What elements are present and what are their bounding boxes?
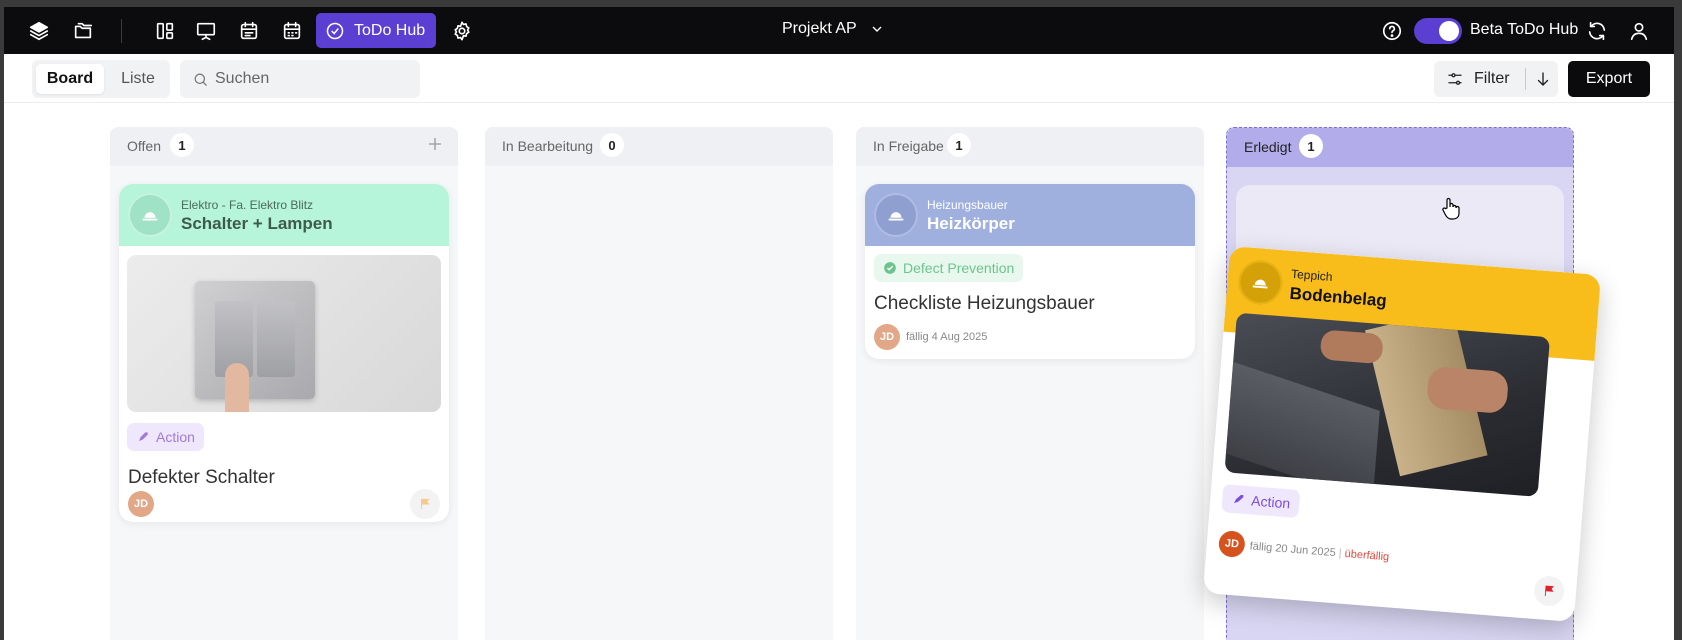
calendar-list-icon[interactable] [236,18,262,44]
board-toolbar: Board Liste Filter Export [4,54,1674,103]
list-view-button[interactable]: Liste [110,64,166,94]
export-button[interactable]: Export [1568,61,1650,97]
column-in-bearbeitung: In Bearbeitung 0 [485,127,833,640]
column-title: Offen [127,138,161,154]
refresh-icon[interactable] [1584,18,1610,44]
check-circle-icon [884,262,896,274]
calendar-grid-icon[interactable] [279,18,305,44]
card-image-carpet [1224,312,1551,497]
column-header: In Freigabe 1 [856,127,1204,166]
todo-hub-tab[interactable]: ToDo Hub [316,13,436,48]
sort-button[interactable] [1528,61,1558,97]
card-title: Defekter Schalter [128,467,275,488]
card-trade: Teppich [1290,266,1334,285]
column-header: Erledigt 1 [1227,128,1573,167]
card-topic: Bodenbelag [1288,283,1388,311]
add-card-icon[interactable] [426,135,446,155]
column-in-freigabe: In Freigabe 1 Heizungsbauer Heizkörper D… [856,127,1204,640]
overdue-label: überfällig [1344,547,1390,564]
column-count-badge: 1 [947,133,971,157]
avatar: JD [1217,530,1246,558]
app-window: ToDo Hub Projekt AP Beta ToDo Hub Board … [4,7,1674,640]
column-offen: Offen 1 Elektro - Fa. Elektro Blitz Scha… [110,127,458,640]
rocket-icon [138,432,148,442]
tag-action: Action [127,423,204,451]
card-header: Heizungsbauer Heizkörper [865,184,1195,246]
search-box [180,60,420,98]
board-view-button[interactable]: Board [36,64,104,94]
folders-icon[interactable] [70,18,96,44]
view-switcher: Board Liste [32,60,170,98]
tag-label: Action [156,429,195,445]
help-icon[interactable] [1379,18,1405,44]
filter-button[interactable]: Filter [1434,61,1526,97]
grab-cursor-icon [1442,197,1460,220]
due-date-text: fällig 20 Jun 2025 [1249,540,1337,560]
tag-label: Defect Prevention [903,260,1015,276]
filter-group: Filter [1434,61,1558,97]
column-header: In Bearbeitung 0 [485,127,833,166]
card-header: Elektro - Fa. Elektro Blitz Schalter + L… [119,184,449,246]
tag-action: Action [1221,484,1301,519]
user-profile-icon[interactable] [1626,18,1652,44]
kanban-board: Offen 1 Elektro - Fa. Elektro Blitz Scha… [4,104,1674,640]
search-icon [194,73,207,86]
search-input[interactable] [215,70,405,88]
dashboard-layout-icon[interactable] [152,18,178,44]
toolbar-divider [121,19,122,43]
todo-hub-label: ToDo Hub [354,21,426,39]
column-count-badge: 1 [1299,134,1323,158]
beta-toggle[interactable] [1414,18,1462,44]
chevron-down-icon [872,26,882,32]
column-title: In Bearbeitung [502,138,594,154]
project-name: Projekt AP [782,20,857,37]
todo-card-heizkoerper[interactable]: Heizungsbauer Heizkörper Defect Preventi… [865,184,1195,359]
helmet-icon [1236,258,1285,307]
tag-label: Action [1250,492,1291,512]
project-selector[interactable]: Projekt AP [782,20,885,38]
tag-defect-prevention: Defect Prevention [874,254,1024,282]
settings-gear-icon[interactable] [449,18,475,44]
card-topic: Heizkörper [927,214,1015,233]
card-image-light-switch [127,255,441,412]
column-header: Offen 1 [110,127,458,166]
card-title: Checkliste Heizungsbauer [874,293,1095,314]
avatar: JD [128,491,154,517]
presentation-icon[interactable] [193,18,219,44]
helmet-icon [874,193,918,237]
column-count-badge: 0 [600,133,624,157]
beta-label: Beta ToDo Hub [1470,21,1579,38]
helmet-icon [128,193,172,237]
flag-icon[interactable] [1533,574,1566,608]
todo-card-bodenbelag-dragging[interactable]: Teppich Bodenbelag Action JD fällig 20 J… [1202,245,1602,623]
column-count-badge: 1 [170,133,194,157]
column-title: Erledigt [1244,139,1292,155]
sliders-icon [1448,73,1462,85]
due-date: fällig 20 Jun 2025 | überfällig [1249,540,1390,564]
due-date: fällig 4 Aug 2025 [906,331,988,343]
column-title: In Freigabe [873,138,944,154]
flag-icon[interactable] [410,489,440,519]
avatar: JD [874,324,900,350]
filter-divider [1525,68,1526,90]
card-topic: Schalter + Lampen [181,214,333,233]
card-trade: Elektro - Fa. Elektro Blitz [181,198,314,212]
filter-label: Filter [1474,70,1510,87]
rocket-icon [1233,494,1244,504]
todo-card-schalter[interactable]: Elektro - Fa. Elektro Blitz Schalter + L… [119,184,449,522]
top-navigation-bar: ToDo Hub Projekt AP Beta ToDo Hub [4,7,1674,54]
check-circle-icon [326,22,344,39]
arrow-down-icon [1537,72,1549,86]
card-trade: Heizungsbauer [927,198,1008,212]
layers-logo-icon[interactable] [26,18,52,44]
